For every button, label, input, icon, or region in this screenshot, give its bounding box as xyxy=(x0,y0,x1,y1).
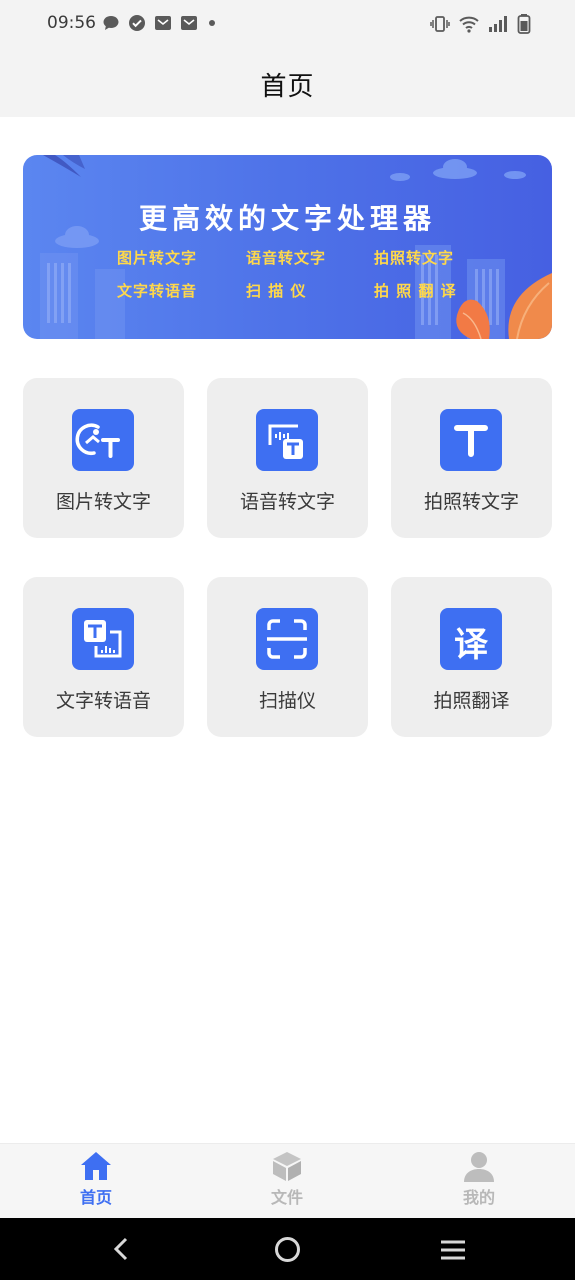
system-nav-bar xyxy=(0,1218,575,1280)
tile-label: 拍照转文字 xyxy=(423,491,519,513)
image-to-text-icon xyxy=(72,409,134,471)
banner-feature: 图片转文字 xyxy=(117,249,198,267)
home-circle-icon[interactable] xyxy=(274,1236,301,1263)
tile-label: 文字转语音 xyxy=(55,690,151,712)
banner-feature: 文字转语音 xyxy=(117,282,198,300)
banner-feature: 拍照转文字 xyxy=(374,249,455,267)
tile-label: 拍照翻译 xyxy=(433,690,510,712)
system-status-icons xyxy=(430,13,531,35)
tile-photo-translate[interactable]: 译 拍照翻译 xyxy=(391,577,552,737)
signal-icon xyxy=(489,16,507,32)
nav-item-home[interactable]: 首页 xyxy=(36,1144,156,1219)
text-to-voice-icon xyxy=(72,608,134,670)
status-time: 09:56 xyxy=(47,13,96,33)
voice-to-text-icon xyxy=(256,409,318,471)
scanner-icon xyxy=(256,608,318,670)
nav-label: 首页 xyxy=(79,1188,112,1207)
banner-headline: 更高效的文字处理器 xyxy=(138,202,436,235)
box-icon xyxy=(273,1152,301,1181)
vibrate-icon xyxy=(430,16,450,32)
banner-feature: 扫 描 仪 xyxy=(246,282,307,300)
tile-label: 扫描仪 xyxy=(258,690,316,712)
tile-scanner[interactable]: 扫描仪 xyxy=(207,577,368,737)
tile-voice-to-text[interactable]: 语音转文字 xyxy=(207,378,368,538)
tile-label: 语音转文字 xyxy=(239,491,335,513)
mail-icon xyxy=(181,16,197,30)
translate-glyph: 译 xyxy=(454,625,488,665)
promo-banner[interactable]: 更高效的文字处理器 图片转文字 语音转文字 拍照转文字 文字转语音 扫 描 仪 … xyxy=(23,155,552,339)
nav-item-files[interactable]: 文件 xyxy=(227,1144,347,1219)
text-t-icon xyxy=(440,409,502,471)
tile-photo-to-text[interactable]: 拍照转文字 xyxy=(391,378,552,538)
user-icon xyxy=(464,1152,494,1182)
nav-label: 我的 xyxy=(462,1188,495,1207)
tile-image-to-text[interactable]: 图片转文字 xyxy=(23,378,184,538)
dot-icon xyxy=(209,20,215,26)
mail-icon xyxy=(155,16,171,30)
translate-icon: 译 xyxy=(440,608,502,670)
chat-bubble-icon xyxy=(103,16,119,30)
back-icon[interactable] xyxy=(108,1236,134,1262)
nav-item-mine[interactable]: 我的 xyxy=(419,1144,539,1219)
tile-text-to-voice[interactable]: 文字转语音 xyxy=(23,577,184,737)
banner-feature: 语音转文字 xyxy=(246,249,327,267)
banner-feature: 拍 照 翻 译 xyxy=(374,282,457,300)
nav-label: 文件 xyxy=(270,1188,303,1207)
notification-icons xyxy=(102,14,218,32)
battery-icon xyxy=(517,14,531,34)
wifi-icon xyxy=(459,16,479,33)
check-circle-icon xyxy=(129,15,145,31)
recent-apps-icon[interactable] xyxy=(439,1238,467,1262)
tile-label: 图片转文字 xyxy=(55,491,151,513)
bottom-nav: 首页 文件 我的 xyxy=(0,1143,575,1219)
title-bar: 首页 xyxy=(0,48,575,117)
page-title: 首页 xyxy=(260,72,315,102)
home-icon xyxy=(81,1152,111,1180)
status-bar: 09:56 xyxy=(0,0,575,48)
